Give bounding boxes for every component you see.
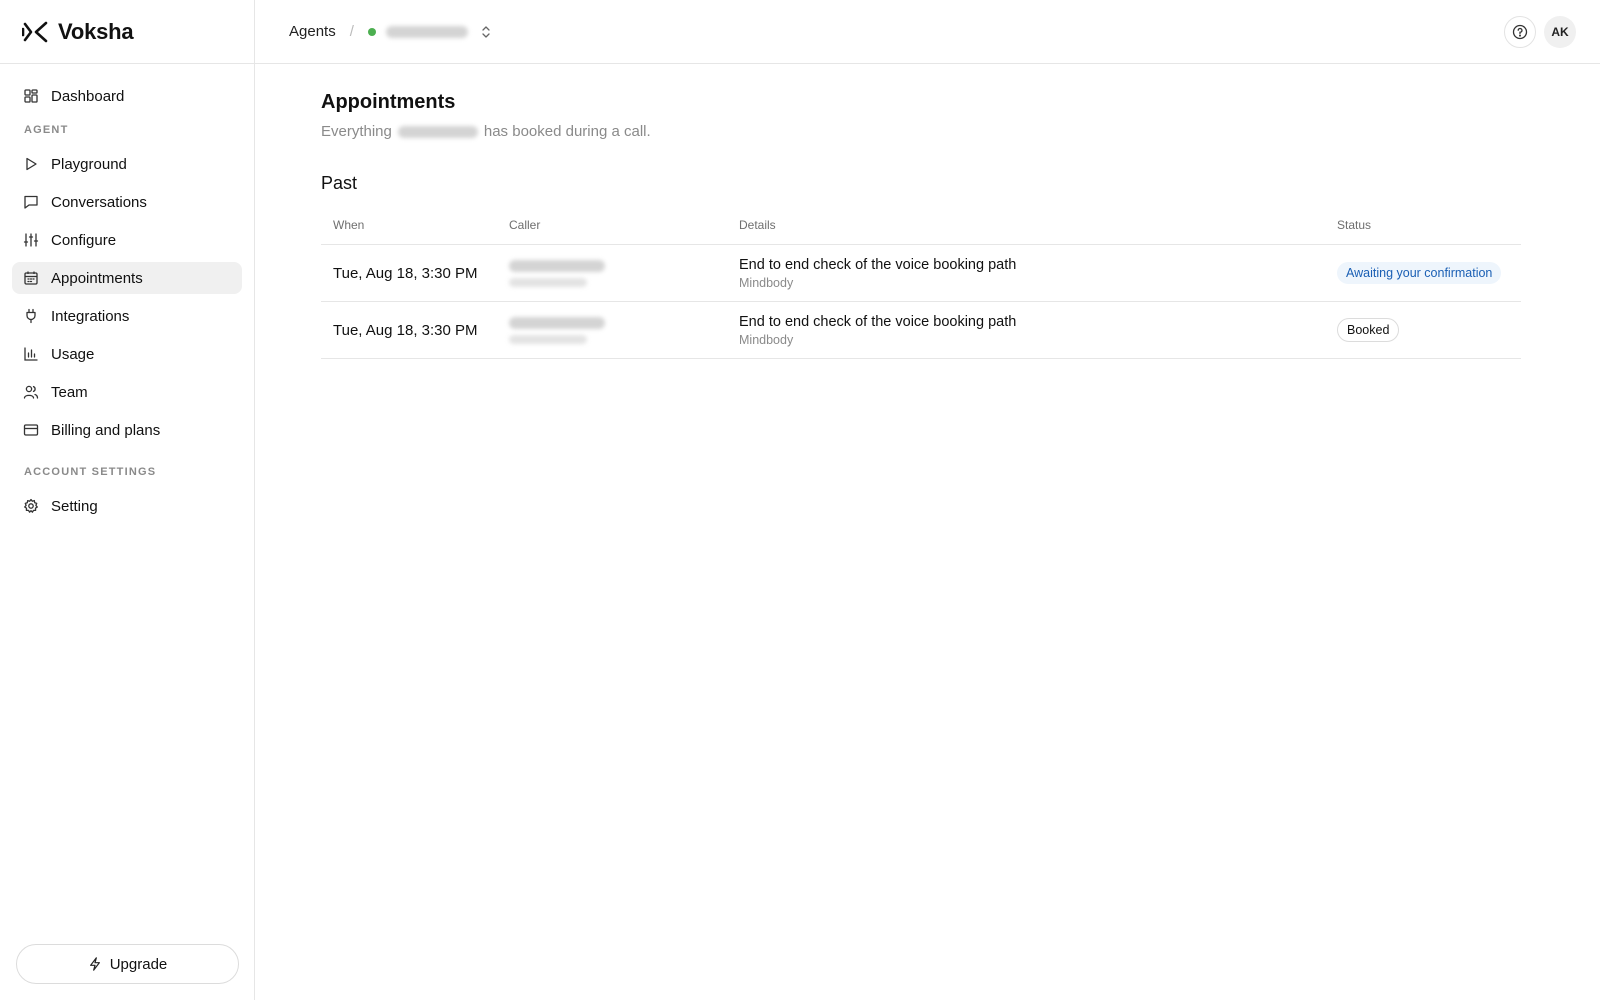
table-row[interactable]: Tue, Aug 18, 3:30 PM End to end check of… xyxy=(321,244,1521,302)
topbar: Agents / AK xyxy=(255,0,1600,64)
bar-chart-icon xyxy=(23,346,39,362)
sidebar-item-conversations[interactable]: Conversations xyxy=(12,186,242,218)
sidebar-item-label: Conversations xyxy=(51,193,147,211)
table-row[interactable]: Tue, Aug 18, 3:30 PM End to end check of… xyxy=(321,301,1521,359)
sidebar-item-team[interactable]: Team xyxy=(12,376,242,408)
breadcrumb-agents[interactable]: Agents xyxy=(289,23,336,40)
sidebar-item-configure[interactable]: Configure xyxy=(12,224,242,256)
cell-status: Booked xyxy=(1325,301,1521,359)
cell-when: Tue, Aug 18, 3:30 PM xyxy=(321,301,497,359)
topbar-actions: AK xyxy=(1504,16,1576,48)
page-title: Appointments xyxy=(321,91,456,113)
agent-name-redacted[interactable] xyxy=(385,25,468,38)
sidebar-item-setting[interactable]: Setting xyxy=(12,490,242,522)
sliders-icon xyxy=(23,232,39,248)
caller-name-redacted xyxy=(509,316,605,329)
nav-section-agent: AGENT xyxy=(24,124,69,136)
cell-details: End to end check of the voice booking pa… xyxy=(727,244,1325,302)
upgrade-button[interactable]: Upgrade xyxy=(16,944,239,984)
section-title-past: Past xyxy=(321,173,358,193)
plug-icon xyxy=(23,308,39,324)
help-button[interactable] xyxy=(1504,16,1536,48)
status-badge[interactable]: Awaiting your confirmation xyxy=(1337,262,1502,284)
voksha-logo-icon xyxy=(22,21,48,42)
column-header-when[interactable]: When xyxy=(321,218,497,245)
nav-section-account-settings: ACCOUNT SETTINGS xyxy=(24,466,157,478)
detail-title: End to end check of the voice booking pa… xyxy=(739,313,1017,330)
caller-name-redacted xyxy=(509,259,605,272)
calendar-icon xyxy=(23,270,39,286)
caller-phone-redacted xyxy=(509,277,587,287)
lightning-icon xyxy=(89,957,100,971)
sidebar-item-billing[interactable]: Billing and plans xyxy=(12,414,242,446)
table-header-row: When Caller Details Status xyxy=(321,218,1521,245)
sidebar-item-appointments[interactable]: Appointments xyxy=(12,262,242,294)
play-icon xyxy=(23,156,39,172)
sidebar-item-playground[interactable]: Playground xyxy=(12,148,242,180)
sidebar-item-label: Configure xyxy=(51,231,117,249)
column-header-status[interactable]: Status xyxy=(1325,218,1521,245)
cell-status: Awaiting your confirmation xyxy=(1325,244,1521,302)
sidebar-item-label: Team xyxy=(51,383,88,401)
brand[interactable]: Voksha xyxy=(0,0,254,64)
cell-details: End to end check of the voice booking pa… xyxy=(727,301,1325,359)
chevron-up-down-icon[interactable] xyxy=(480,24,492,40)
detail-source: Mindbody xyxy=(739,332,794,347)
main-content: Appointments Everything has booked durin… xyxy=(321,64,1521,359)
dashboard-icon xyxy=(23,88,39,104)
cell-caller xyxy=(497,301,727,359)
column-header-caller[interactable]: Caller xyxy=(497,218,727,245)
breadcrumb-separator: / xyxy=(349,23,354,40)
sidebar-item-dashboard[interactable]: Dashboard xyxy=(12,80,242,112)
sidebar: Voksha Dashboard AGENT Playground Conver… xyxy=(0,0,255,1000)
subtitle-prefix: Everything xyxy=(321,123,392,140)
detail-source: Mindbody xyxy=(739,275,794,290)
column-header-details[interactable]: Details xyxy=(727,218,1325,245)
cell-when: Tue, Aug 18, 3:30 PM xyxy=(321,244,497,302)
avatar[interactable]: AK xyxy=(1544,16,1576,48)
appointments-table: When Caller Details Status Tue, Aug 18, … xyxy=(321,218,1521,359)
status-badge: Booked xyxy=(1337,318,1400,342)
sidebar-nav: Dashboard AGENT Playground Conversations… xyxy=(0,64,254,522)
caller-phone-redacted xyxy=(509,334,587,344)
sidebar-item-label: Billing and plans xyxy=(51,421,161,439)
page-subtitle: Everything has booked during a call. xyxy=(321,123,1521,140)
agent-status-dot xyxy=(367,27,376,36)
upgrade-label: Upgrade xyxy=(109,955,168,973)
brand-name: Voksha xyxy=(58,18,134,44)
sidebar-item-label: Dashboard xyxy=(51,87,125,105)
sidebar-item-label: Usage xyxy=(51,345,95,363)
sidebar-item-label: Integrations xyxy=(51,307,130,325)
help-icon xyxy=(1512,24,1528,40)
sidebar-item-integrations[interactable]: Integrations xyxy=(12,300,242,332)
detail-title: End to end check of the voice booking pa… xyxy=(739,256,1017,273)
sidebar-item-usage[interactable]: Usage xyxy=(12,338,242,370)
subtitle-suffix: has booked during a call. xyxy=(483,123,651,140)
sidebar-item-label: Appointments xyxy=(51,269,143,287)
users-icon xyxy=(23,384,39,400)
gear-icon xyxy=(23,498,39,514)
agent-name-redacted xyxy=(397,125,478,138)
credit-card-icon xyxy=(23,422,39,438)
sidebar-item-label: Playground xyxy=(51,155,127,173)
sidebar-item-label: Setting xyxy=(51,497,98,515)
message-icon xyxy=(23,194,39,210)
cell-caller xyxy=(497,244,727,302)
